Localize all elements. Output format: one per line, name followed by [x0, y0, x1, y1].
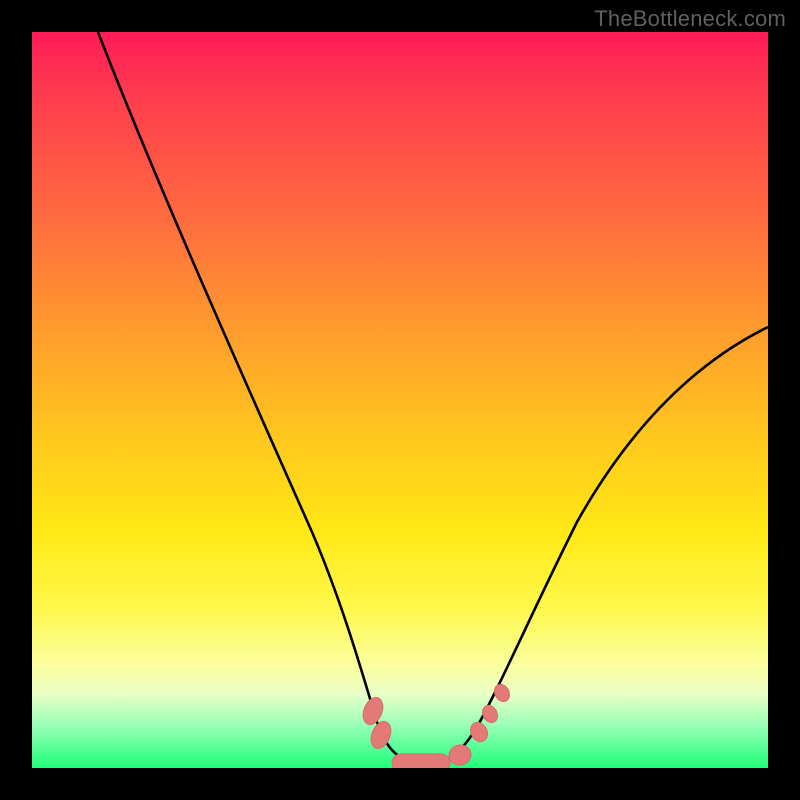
bottleneck-curve	[98, 32, 768, 764]
marker	[447, 742, 473, 767]
curve-markers	[359, 682, 512, 768]
marker	[467, 719, 491, 744]
plot-area	[32, 32, 768, 768]
marker	[480, 703, 501, 725]
marker	[492, 682, 513, 704]
marker	[392, 754, 450, 768]
chart-frame: TheBottleneck.com	[0, 0, 800, 800]
curve-layer	[32, 32, 768, 768]
watermark-text: TheBottleneck.com	[594, 6, 786, 32]
